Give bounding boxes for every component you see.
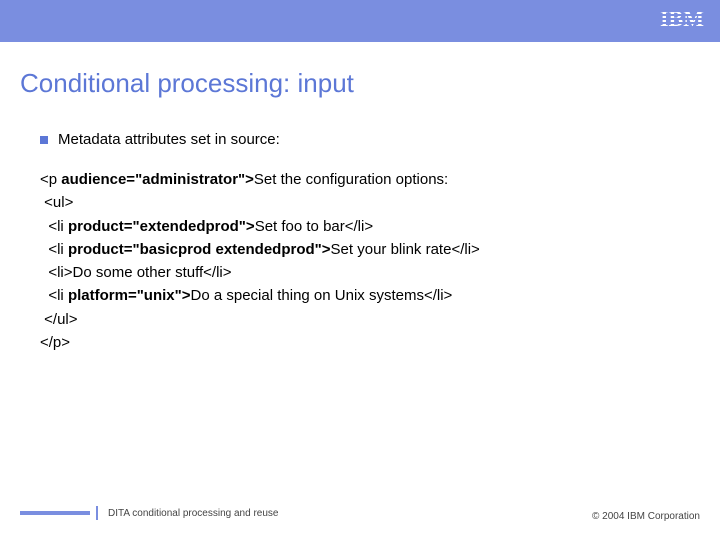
bullet-item: Metadata attributes set in source:: [40, 131, 680, 148]
slide: IBM Conditional processing: input Metada…: [0, 0, 720, 540]
code-text: Set foo to bar</li>: [255, 218, 373, 235]
code-line: <li product="extendedprod">Set foo to ba…: [40, 215, 680, 238]
content-area: Metadata attributes set in source: <p au…: [0, 99, 720, 354]
code-line: </ul>: [40, 308, 680, 331]
bullet-text: Metadata attributes set in source:: [58, 131, 280, 148]
code-attr: product="basicprod extendedprod">: [68, 241, 331, 258]
code-text: <li: [40, 241, 68, 258]
code-text: Set the configuration options:: [254, 171, 448, 188]
footer-tick-icon: [96, 506, 98, 520]
code-line: <li>Do some other stuff</li>: [40, 261, 680, 284]
code-text: <li: [40, 218, 68, 235]
code-block: <p audience="administrator">Set the conf…: [40, 168, 680, 354]
code-line: <li platform="unix">Do a special thing o…: [40, 284, 680, 307]
code-text: Do a special thing on Unix systems</li>: [191, 287, 453, 304]
code-line: <ul>: [40, 191, 680, 214]
ibm-logo: IBM: [660, 8, 704, 30]
code-attr: platform="unix">: [68, 287, 191, 304]
top-bar: IBM: [0, 0, 720, 42]
slide-title: Conditional processing: input: [0, 42, 720, 99]
footer-left-text: DITA conditional processing and reuse: [108, 508, 278, 519]
code-text: <li: [40, 287, 68, 304]
code-text: <p: [40, 171, 61, 188]
code-line: </p>: [40, 331, 680, 354]
code-text: Set your blink rate</li>: [331, 241, 480, 258]
code-line: <li product="basicprod extendedprod">Set…: [40, 238, 680, 261]
square-bullet-icon: [40, 136, 48, 144]
footer-accent-bar: [20, 511, 90, 515]
code-attr: product="extendedprod">: [68, 218, 255, 235]
copyright-text: © 2004 IBM Corporation: [592, 511, 700, 522]
ibm-logo-text: IBM: [660, 8, 704, 30]
code-attr: audience="administrator">: [61, 171, 254, 188]
code-line: <p audience="administrator">Set the conf…: [40, 168, 680, 191]
